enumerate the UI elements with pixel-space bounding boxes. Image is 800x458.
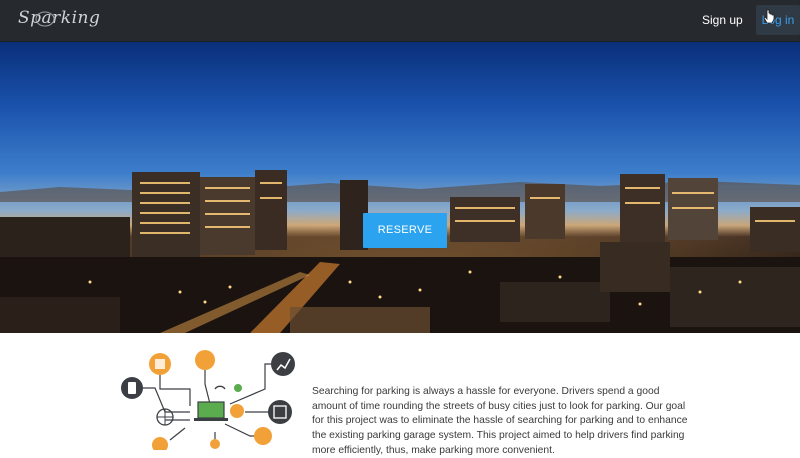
signup-link[interactable]: Sign up: [702, 13, 743, 27]
wifi-icon: [210, 439, 220, 449]
reserve-button[interactable]: RESERVE: [363, 213, 447, 248]
hero-banner: RESERVE: [0, 42, 800, 333]
brand-logo[interactable]: Sparking: [18, 8, 100, 28]
hand-cursor-icon: [763, 9, 775, 24]
chart-icon: [271, 352, 295, 376]
top-navbar: Sparking Sign up Log in: [0, 0, 800, 42]
chip-icon: [268, 400, 292, 424]
city-skyline-image: [0, 170, 800, 333]
logo-swirl-icon: [35, 11, 55, 27]
laptop-icon: [197, 401, 225, 419]
satellite-icon: [195, 350, 215, 370]
about-description: Searching for parking is always a hassle…: [312, 386, 688, 456]
smart-parking-illustration: [121, 350, 295, 450]
